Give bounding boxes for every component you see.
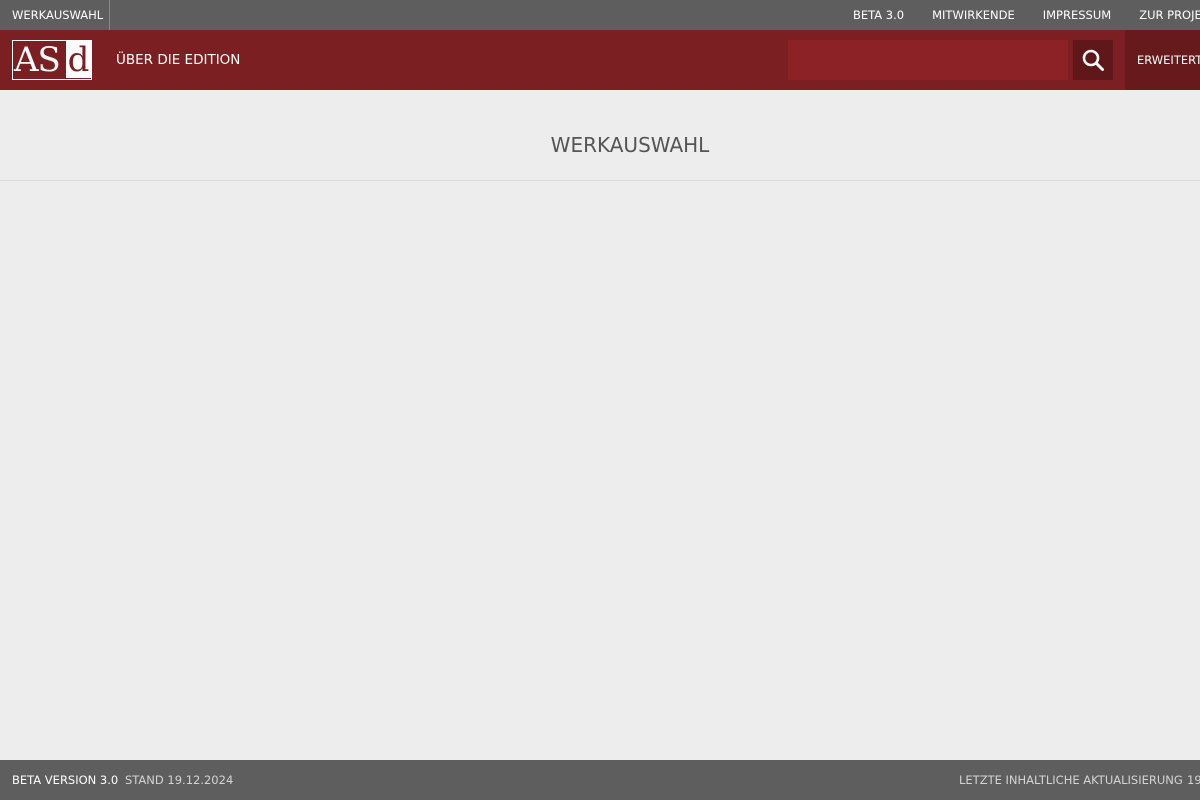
title-band: WERKAUSWAHL	[0, 90, 1200, 181]
nav-mitwirkende-link[interactable]: MITWIRKENDE	[932, 0, 1015, 30]
advanced-search-link[interactable]: ERWEITERTE SUCHE	[1125, 30, 1200, 90]
last-update-label: LETZTE INHALTLICHE AKTUALISIERUNG	[959, 773, 1183, 787]
main-header: AS d ÜBER DIE EDITION ERWEITERTE SUCHE	[0, 30, 1200, 90]
about-edition-link[interactable]: ÜBER DIE EDITION	[116, 30, 240, 90]
nav-projektseite-link[interactable]: ZUR PROJEKTSEITE	[1139, 0, 1200, 30]
logo-highlight-letter: d	[66, 40, 91, 80]
footer-bar: BETA VERSION 3.0 STAND 19.12.2024 LETZTE…	[0, 760, 1200, 800]
search-button[interactable]	[1073, 40, 1113, 80]
search-icon	[1082, 49, 1104, 71]
asd-logo[interactable]: AS d	[12, 40, 92, 80]
page-title: WERKAUSWAHL	[550, 133, 710, 157]
nav-impressum-link[interactable]: IMPRESSUM	[1043, 0, 1111, 30]
last-update-date: 19.12.2024	[1187, 773, 1200, 787]
logo-letters: AS	[14, 40, 61, 80]
top-utility-bar: WERKAUSWAHL BETA 3.0 MITWIRKENDE IMPRESSUM…	[0, 0, 1200, 30]
search-input[interactable]	[788, 40, 1068, 80]
nav-beta-link[interactable]: BETA 3.0	[853, 0, 904, 30]
top-nav: BETA 3.0 MITWIRKENDE IMPRESSUM ZUR PROJEKTS…	[853, 0, 1200, 30]
nav-werkauswahl-link[interactable]: WERKAUSWAHL	[0, 0, 111, 30]
stand-date: STAND 19.12.2024	[125, 773, 234, 787]
version-label: BETA VERSION 3.0	[12, 773, 119, 787]
